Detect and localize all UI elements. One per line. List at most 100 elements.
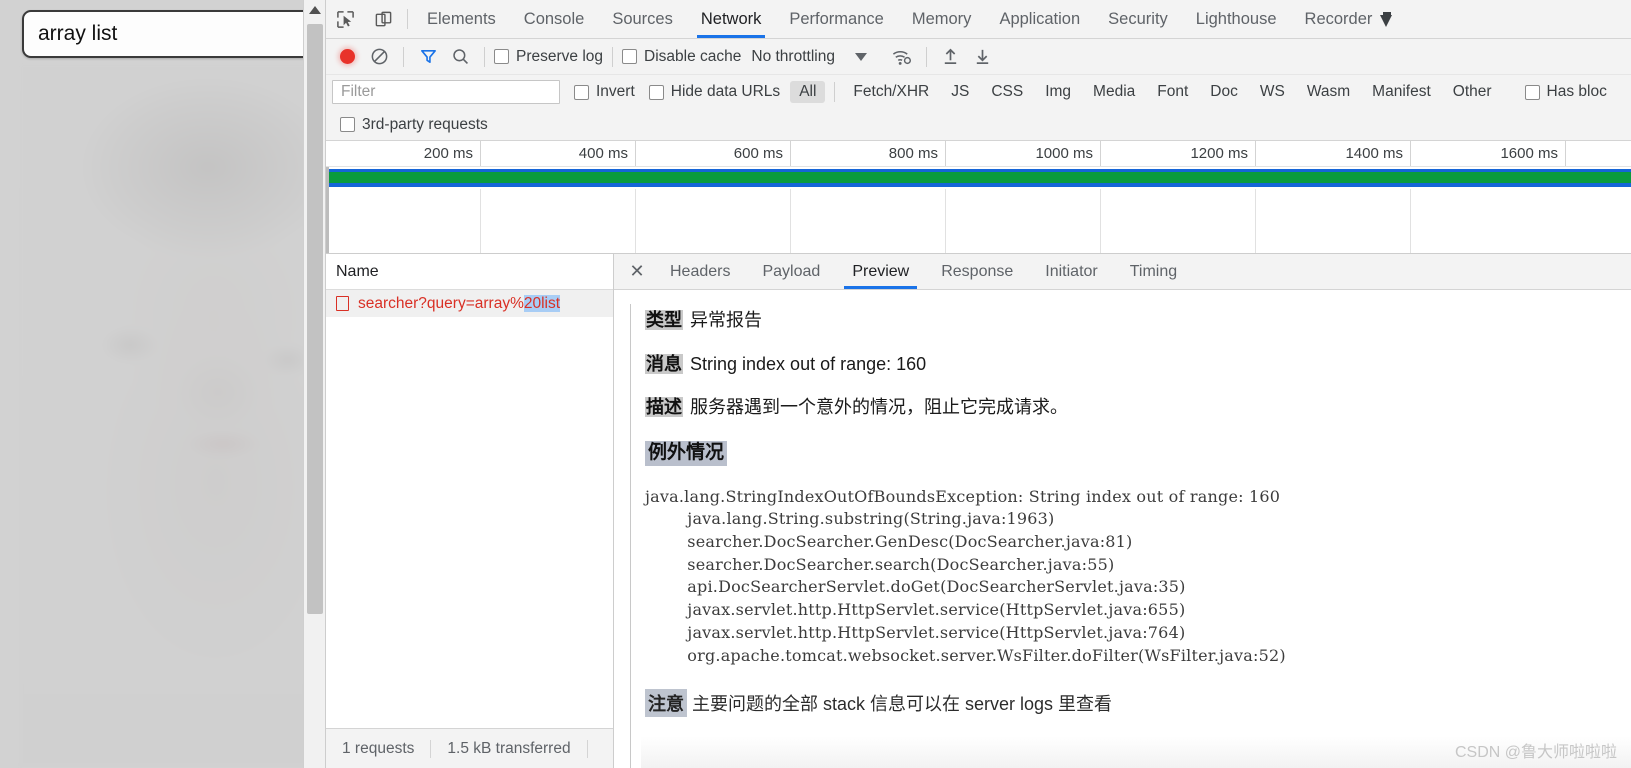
error-report-card: 类型 异常报告 消息 String index out of range: 160 … <box>630 304 1631 768</box>
tab-initiator-label: Initiator <box>1045 262 1098 280</box>
disable-cache-checkbox[interactable]: Disable cache <box>622 48 741 66</box>
type-filter-doc[interactable]: Doc <box>1201 81 1247 103</box>
type-filter-fetch-xhr[interactable]: Fetch/XHR <box>844 81 938 103</box>
chevron-down-icon[interactable] <box>854 52 867 61</box>
tab-recorder[interactable]: Recorder <box>1291 0 1408 38</box>
inspect-element-icon[interactable] <box>326 0 364 38</box>
network-overview[interactable]: 200 ms 400 ms 600 ms 800 ms 1000 ms 1200… <box>326 141 1631 254</box>
type-filter-font-label: Font <box>1157 83 1189 100</box>
request-name-selected: 20list <box>523 294 561 312</box>
type-filter-font[interactable]: Font <box>1148 81 1197 103</box>
tab-headers-label: Headers <box>670 262 731 280</box>
toggle-device-toolbar-icon[interactable] <box>364 0 402 38</box>
request-table-header[interactable]: Name <box>326 254 613 290</box>
throttling-select[interactable]: No throttling <box>751 48 835 66</box>
overview-body[interactable] <box>326 167 1631 253</box>
type-filter-wasm[interactable]: Wasm <box>1298 81 1359 103</box>
tab-sources-label: Sources <box>612 9 673 28</box>
filter-input[interactable]: Filter <box>332 80 560 104</box>
preserve-log-label: Preserve log <box>516 47 604 65</box>
overview-band-green <box>329 172 1631 183</box>
type-filter-manifest[interactable]: Manifest <box>1363 81 1440 103</box>
disable-cache-box[interactable] <box>622 49 638 64</box>
search-input-value: array list <box>38 22 118 45</box>
tab-headers[interactable]: Headers <box>654 254 746 289</box>
network-controls-toolbar: Preserve log Disable cache No throttling <box>326 39 1631 75</box>
stack-trace: java.lang.StringIndexOutOfBoundsExceptio… <box>645 486 1286 665</box>
tick-1000ms: 1000 ms <box>1035 145 1093 162</box>
type-filter-media[interactable]: Media <box>1084 81 1144 103</box>
preserve-log-checkbox[interactable]: Preserve log <box>494 48 603 66</box>
tab-payload-label: Payload <box>762 262 821 280</box>
tick-1600ms: 1600 ms <box>1500 145 1558 162</box>
tick-800ms: 800 ms <box>888 145 938 162</box>
tab-response-label: Response <box>941 262 1014 280</box>
hide-data-urls-checkbox[interactable]: Hide data URLs <box>648 83 781 101</box>
invert-checkbox[interactable]: Invert <box>574 83 635 101</box>
scroll-up-arrow-icon[interactable] <box>309 6 321 14</box>
search-input[interactable]: array list <box>22 10 303 58</box>
tab-sources[interactable]: Sources <box>598 0 687 38</box>
tab-performance[interactable]: Performance <box>775 0 897 38</box>
transferred-size: 1.5 kB transferred <box>431 739 588 758</box>
devtools-tabbar: Elements Console Sources Network Perform… <box>326 0 1631 39</box>
type-filter-ws-label: WS <box>1259 83 1285 100</box>
type-filter-other[interactable]: Other <box>1444 81 1501 103</box>
controls-divider-2 <box>484 46 485 67</box>
tab-initiator[interactable]: Initiator <box>1029 254 1113 289</box>
type-filter-css-label: CSS <box>991 83 1024 100</box>
network-conditions-button[interactable] <box>887 43 917 71</box>
request-name-plain: searcher?query=array% <box>358 294 524 312</box>
tab-console[interactable]: Console <box>510 0 599 38</box>
tab-console-label: Console <box>523 9 585 28</box>
type-filter-all[interactable]: All <box>790 81 826 103</box>
third-party-box[interactable] <box>340 117 355 132</box>
tab-payload[interactable]: Payload <box>746 254 836 289</box>
import-har-button[interactable] <box>936 43 966 71</box>
network-status-bar: 1 requests 1.5 kB transferred <box>326 728 613 768</box>
network-filter-toolbar: Filter Invert Hide data URLs All Fetch/X… <box>326 75 1631 109</box>
third-party-requests-checkbox[interactable]: 3rd-party requests <box>340 116 488 134</box>
note-value: 主要问题的全部 stack 信息可以在 server logs 里查看 <box>692 694 1113 715</box>
tab-timing[interactable]: Timing <box>1114 254 1193 289</box>
tab-memory[interactable]: Memory <box>898 0 986 38</box>
tab-preview-label: Preview <box>852 262 910 280</box>
type-filter-ws[interactable]: WS <box>1251 81 1294 103</box>
search-button[interactable] <box>445 43 475 71</box>
tab-lighthouse[interactable]: Lighthouse <box>1182 0 1291 38</box>
preserve-log-box[interactable] <box>494 49 509 64</box>
tab-security[interactable]: Security <box>1094 0 1182 38</box>
hide-data-urls-box[interactable] <box>648 84 664 100</box>
type-filter-css[interactable]: CSS <box>982 81 1032 103</box>
tab-preview[interactable]: Preview <box>836 254 925 289</box>
record-button[interactable] <box>332 43 362 71</box>
has-blocked-cookies-box[interactable] <box>1524 84 1540 100</box>
type-filter-js[interactable]: JS <box>942 81 978 103</box>
tab-application[interactable]: Application <box>985 0 1094 38</box>
error-message-row: 消息 String index out of range: 160 <box>645 353 1631 376</box>
table-row[interactable]: searcher?query=array%20list <box>326 290 613 317</box>
clear-button[interactable] <box>364 43 394 71</box>
exception-heading-row: 例外情况 <box>645 440 1631 466</box>
export-har-button[interactable] <box>968 43 998 71</box>
filter-divider <box>834 82 836 102</box>
type-filter-all-label: All <box>799 83 817 100</box>
hide-data-urls-label: Hide data URLs <box>670 83 781 100</box>
error-message-label: 消息 <box>645 353 683 374</box>
tab-elements[interactable]: Elements <box>413 0 510 38</box>
tab-performance-label: Performance <box>789 9 884 28</box>
type-filter-img[interactable]: Img <box>1036 81 1080 103</box>
error-type-label: 类型 <box>645 310 683 330</box>
devtools-vertical-scrollbar[interactable] <box>303 0 325 768</box>
error-type-value: 异常报告 <box>690 310 762 330</box>
tab-network[interactable]: Network <box>687 0 776 38</box>
has-blocked-cookies-checkbox[interactable]: Has bloc <box>1524 83 1607 101</box>
close-icon[interactable]: ✕ <box>620 254 654 289</box>
tab-response[interactable]: Response <box>925 254 1029 289</box>
invert-box[interactable] <box>574 84 589 100</box>
scrollbar-thumb[interactable] <box>307 24 323 614</box>
filter-button[interactable] <box>413 43 443 71</box>
background-portrait-image <box>18 62 303 768</box>
controls-divider-4 <box>925 46 927 67</box>
error-type-row: 类型 异常报告 <box>645 310 1631 332</box>
